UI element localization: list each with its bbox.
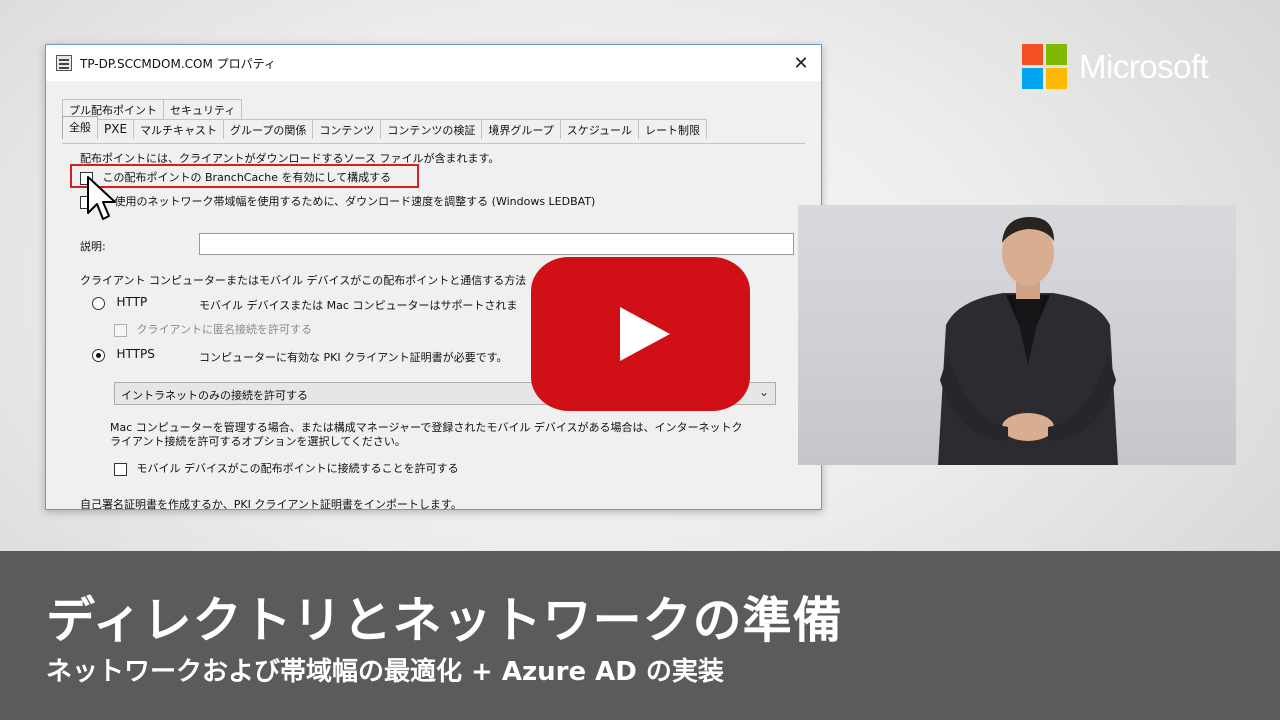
mobile-label: モバイル デバイスがこの配布ポイントに接続することを許可する	[136, 462, 459, 475]
tab-rate-limits[interactable]: レート制限	[637, 119, 707, 139]
connection-select-value: イントラネットのみの接続を許可する	[121, 389, 308, 402]
https-row: HTTPS	[92, 347, 155, 362]
https-label: HTTPS	[116, 347, 155, 361]
cert-text: 自己署名証明書を作成するか、PKI クライアント証明書をインポートします。	[80, 498, 462, 510]
description-input[interactable]	[199, 233, 794, 255]
tab-content-validation[interactable]: コンテンツの検証	[380, 119, 483, 139]
mac-note-line2: ライアント接続を許可するオプションを選択してください。	[110, 435, 406, 448]
https-radio[interactable]	[92, 348, 105, 362]
http-label: HTTP	[116, 295, 148, 309]
comm-method-text: クライアント コンピューターまたはモバイル デバイスがこの配布ポイントと通信する…	[80, 274, 527, 287]
microsoft-logo-icon	[1022, 44, 1067, 89]
tab-schedule[interactable]: スケジュール	[559, 119, 639, 139]
microsoft-wordmark: Microsoft	[1079, 47, 1209, 85]
properties-icon	[56, 55, 72, 71]
close-button[interactable]: ✕	[781, 45, 821, 81]
tab-group-relationships[interactable]: グループの関係	[223, 119, 314, 139]
title-banner: ディレクトリとネットワークの準備 ネットワークおよび帯域幅の最適化 + Azur…	[0, 551, 1280, 720]
mouse-cursor-icon	[87, 176, 116, 220]
play-icon	[619, 307, 670, 361]
description-label: 説明:	[80, 240, 106, 253]
tab-boundary-groups[interactable]: 境界グループ	[481, 119, 561, 139]
tab-security[interactable]: セキュリティ	[163, 99, 243, 119]
close-icon: ✕	[793, 52, 809, 74]
presenter-image	[938, 217, 1118, 465]
https-description: コンピューターに有効な PKI クライアント証明書が必要です。	[199, 351, 508, 364]
branchcache-row: この配布ポイントの BranchCache を有効にして構成する	[80, 169, 391, 185]
http-radio[interactable]	[92, 296, 105, 310]
ledbat-label: 使用のネットワーク帯域幅を使用するために、ダウンロード速度を調整する (Wind…	[114, 195, 596, 208]
tab-content[interactable]: コンテンツ	[312, 119, 382, 139]
banner-title: ディレクトリとネットワークの準備	[46, 592, 843, 649]
dialog-title: TP-DP.SCCMDOM.COM プロパティ	[80, 56, 276, 71]
anon-row: クライアントに匿名接続を許可する	[114, 321, 312, 337]
tab-row-front: 全般 PXE マルチキャスト グループの関係 コンテンツ コンテンツの検証 境界…	[62, 116, 707, 139]
anon-label: クライアントに匿名接続を許可する	[136, 323, 313, 336]
ledbat-row: 使用のネットワーク帯域幅を使用するために、ダウンロード速度を調整する (Wind…	[80, 193, 595, 209]
dialog-titlebar: TP-DP.SCCMDOM.COM プロパティ ✕	[46, 45, 821, 81]
tab-pxe[interactable]: PXE	[97, 119, 135, 139]
branchcache-label: この配布ポイントの BranchCache を有効にして構成する	[102, 171, 392, 184]
microsoft-logo: Microsoft	[1022, 44, 1209, 89]
tab-general[interactable]: 全般	[62, 116, 98, 139]
mobile-checkbox[interactable]	[114, 462, 127, 476]
presenter-video[interactable]	[798, 205, 1236, 465]
anon-checkbox[interactable]	[114, 323, 127, 337]
mobile-row: モバイル デバイスがこの配布ポイントに接続することを許可する	[114, 460, 459, 476]
tab-multicast[interactable]: マルチキャスト	[133, 119, 225, 139]
play-button[interactable]	[531, 257, 750, 411]
chevron-down-icon: ⌄	[758, 385, 769, 399]
http-row: HTTP	[92, 295, 147, 310]
http-description: モバイル デバイスまたは Mac コンピューターはサポートされま	[199, 299, 518, 312]
banner-subtitle: ネットワークおよび帯域幅の最適化 + Azure AD の実装	[46, 657, 724, 687]
tab-strip: プル配布ポイント セキュリティ 全般 PXE マルチキャスト グループの関係 コ…	[46, 81, 821, 141]
